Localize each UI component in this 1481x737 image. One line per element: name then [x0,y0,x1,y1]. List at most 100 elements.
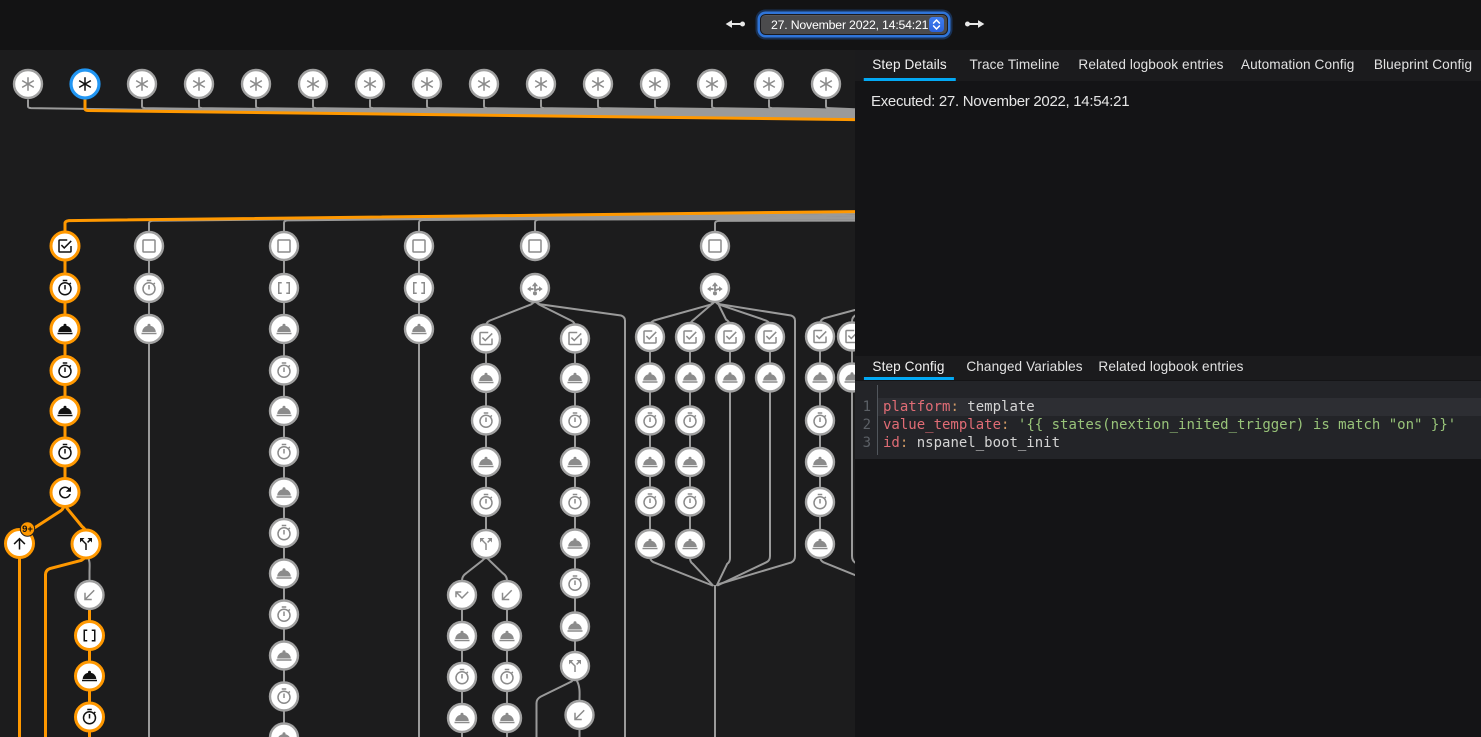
graph-node-timer[interactable] [270,519,298,547]
graph-node-bell[interactable] [838,364,855,392]
graph-node-bell[interactable] [716,364,744,392]
graph-node-arrow-bottom-left[interactable] [566,701,594,729]
graph-node-bell[interactable] [270,724,298,737]
graph-node-arrow-bottom-left[interactable] [493,581,521,609]
graph-node-arrow-up[interactable]: 9+ [6,522,35,558]
graph-node-checkbox-marked[interactable] [838,323,855,351]
graph-node-timer[interactable] [448,663,476,691]
graph-node-asterisk[interactable] [584,70,612,98]
graph-node-bell[interactable] [493,704,521,732]
graph-node-bell[interactable] [676,530,704,558]
graph-node-asterisk[interactable] [413,70,441,98]
graph-node-call-split[interactable] [72,530,100,558]
graph-node-checkbox-marked[interactable] [51,232,79,260]
tab-blueprint-config[interactable]: Blueprint Config [1365,50,1481,81]
graph-node-refresh[interactable] [51,479,79,507]
graph-node-bell[interactable] [270,397,298,425]
tab-trace-timeline[interactable]: Trace Timeline [960,50,1068,81]
next-run-button[interactable] [964,13,986,35]
graph-node-bell[interactable] [561,448,589,476]
graph-node-timer[interactable] [806,488,834,516]
graph-node-bell[interactable] [135,315,163,343]
tab-step-details[interactable]: Step Details [863,50,956,81]
graph-node-bell[interactable] [676,448,704,476]
graph-node-timer[interactable] [636,488,664,516]
graph-node-bell[interactable] [806,530,834,558]
graph-node-asterisk[interactable] [470,70,498,98]
graph-node-checkbox-blank[interactable] [135,232,163,260]
graph-node-bell[interactable] [806,364,834,392]
graph-node-asterisk[interactable] [128,70,156,98]
graph-node-code-brackets[interactable] [76,622,104,650]
graph-node-asterisk[interactable] [812,70,840,98]
graph-node-timer[interactable] [135,274,163,302]
graph-node-asterisk[interactable] [755,70,783,98]
graph-node-asterisk[interactable] [71,70,99,98]
graph-node-code-brackets[interactable] [405,274,433,302]
graph-node-arrow-decision[interactable] [521,274,549,302]
graph-node-asterisk[interactable] [299,70,327,98]
graph-node-timer[interactable] [270,683,298,711]
graph-node-checkbox-marked[interactable] [716,323,744,351]
graph-node-bell[interactable] [51,315,79,343]
graph-node-bell[interactable] [493,622,521,650]
graph-node-timer[interactable] [270,438,298,466]
graph-node-arrow-decision[interactable] [701,274,729,302]
tab-related-logbook-entries[interactable]: Related logbook entries [1069,50,1232,81]
graph-node-timer[interactable] [51,274,79,302]
graph-node-timer[interactable] [51,357,79,385]
tab-related-logbook-entries-detail[interactable]: Related logbook entries [1089,356,1252,380]
graph-node-checkbox-marked[interactable] [676,323,704,351]
graph-node-bell[interactable] [561,613,589,641]
graph-node-timer[interactable] [472,488,500,516]
graph-node-checkbox-marked[interactable] [561,325,589,353]
graph-node-bell[interactable] [636,448,664,476]
tab-automation-config[interactable]: Automation Config [1232,50,1364,81]
graph-node-bell[interactable] [270,642,298,670]
graph-node-bell[interactable] [636,530,664,558]
graph-node-bell[interactable] [76,662,104,690]
graph-node-bell[interactable] [448,622,476,650]
graph-node-bell[interactable] [51,397,79,425]
graph-node-checkbox-marked[interactable] [756,323,784,351]
graph-node-bell[interactable] [448,704,476,732]
graph-node-checkbox-blank[interactable] [405,232,433,260]
graph-node-checkbox-marked[interactable] [472,325,500,353]
graph-node-checkbox-blank[interactable] [270,232,298,260]
graph-node-timer[interactable] [493,663,521,691]
graph-node-bell[interactable] [636,364,664,392]
graph-node-bell[interactable] [472,448,500,476]
graph-node-asterisk[interactable] [242,70,270,98]
graph-node-timer[interactable] [472,407,500,435]
graph-node-asterisk[interactable] [641,70,669,98]
graph-node-timer[interactable] [270,357,298,385]
graph-node-bell[interactable] [270,560,298,588]
graph-node-asterisk[interactable] [185,70,213,98]
graph-node-asterisk[interactable] [698,70,726,98]
graph-node-timer[interactable] [636,407,664,435]
graph-node-asterisk[interactable] [527,70,555,98]
graph-node-asterisk[interactable] [356,70,384,98]
graph-node-call-split[interactable] [472,530,500,558]
previous-run-button[interactable] [724,13,746,35]
tab-step-config[interactable]: Step Config [863,356,953,380]
graph-node-bell[interactable] [405,315,433,343]
graph-node-timer[interactable] [806,407,834,435]
graph-node-call-missed[interactable] [448,581,476,609]
graph-node-timer[interactable] [561,488,589,516]
graph-node-checkbox-marked[interactable] [806,323,834,351]
graph-node-call-split[interactable] [561,652,589,680]
graph-node-bell[interactable] [806,448,834,476]
graph-node-timer[interactable] [51,438,79,466]
graph-node-timer[interactable] [676,488,704,516]
graph-node-checkbox-blank[interactable] [521,232,549,260]
graph-node-bell[interactable] [561,530,589,558]
graph-node-arrow-bottom-left[interactable] [76,581,104,609]
trace-run-select[interactable]: 27. November 2022, 14:54:21 [760,14,948,35]
graph-node-checkbox-marked[interactable] [636,323,664,351]
graph-node-bell[interactable] [270,479,298,507]
graph-node-bell[interactable] [676,364,704,392]
graph-node-bell[interactable] [756,364,784,392]
graph-node-bell[interactable] [472,364,500,392]
graph-node-timer[interactable] [561,407,589,435]
